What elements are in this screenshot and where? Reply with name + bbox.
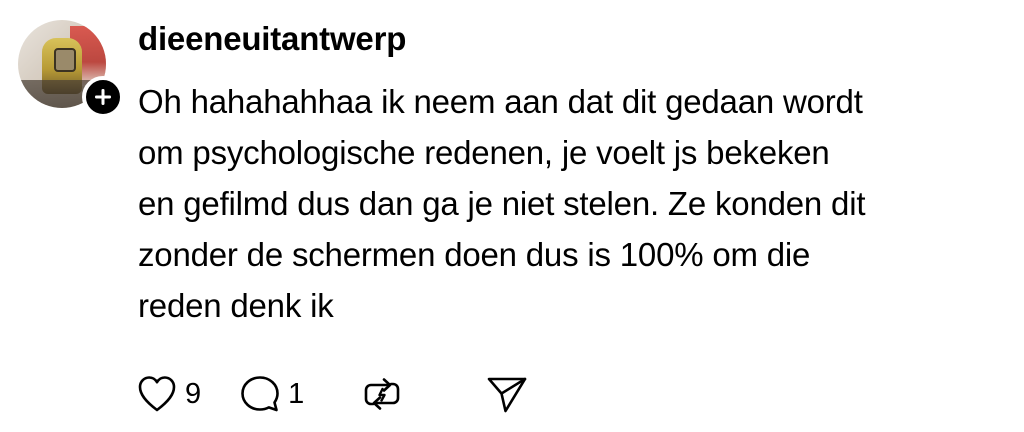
comment-text-line: reden denk ik [138, 287, 334, 324]
heart-icon [138, 376, 176, 412]
comment-text-line: zonder de schermen doen dus is 100% om d… [138, 236, 811, 273]
plus-icon [95, 89, 111, 105]
comment-text-line: om psychologische redenen, je voelt js b… [138, 134, 830, 171]
avatar-photo-face [54, 48, 76, 72]
action-bar: 9 1 [137, 372, 528, 416]
comment-text-line: en gefilmd dus dan ga je niet stelen. Ze… [138, 185, 866, 222]
follow-button[interactable] [82, 76, 124, 118]
username[interactable]: dieeneuitantwerp [138, 18, 406, 60]
comment-text: Oh hahahahhaa ik neem aan dat dit gedaan… [138, 76, 1012, 331]
like-count: 9 [185, 378, 202, 410]
repost-icon [364, 378, 400, 410]
comment-text-line: Oh hahahahhaa ik neem aan dat dit gedaan… [138, 83, 863, 120]
share-button[interactable] [486, 374, 528, 414]
reply-count: 1 [288, 378, 305, 410]
like-button[interactable]: 9 [137, 375, 201, 413]
send-icon [487, 377, 527, 413]
reply-button[interactable]: 1 [240, 375, 304, 413]
avatar-container[interactable] [18, 20, 124, 118]
repost-button[interactable] [362, 374, 402, 414]
speech-bubble-icon [241, 376, 279, 412]
